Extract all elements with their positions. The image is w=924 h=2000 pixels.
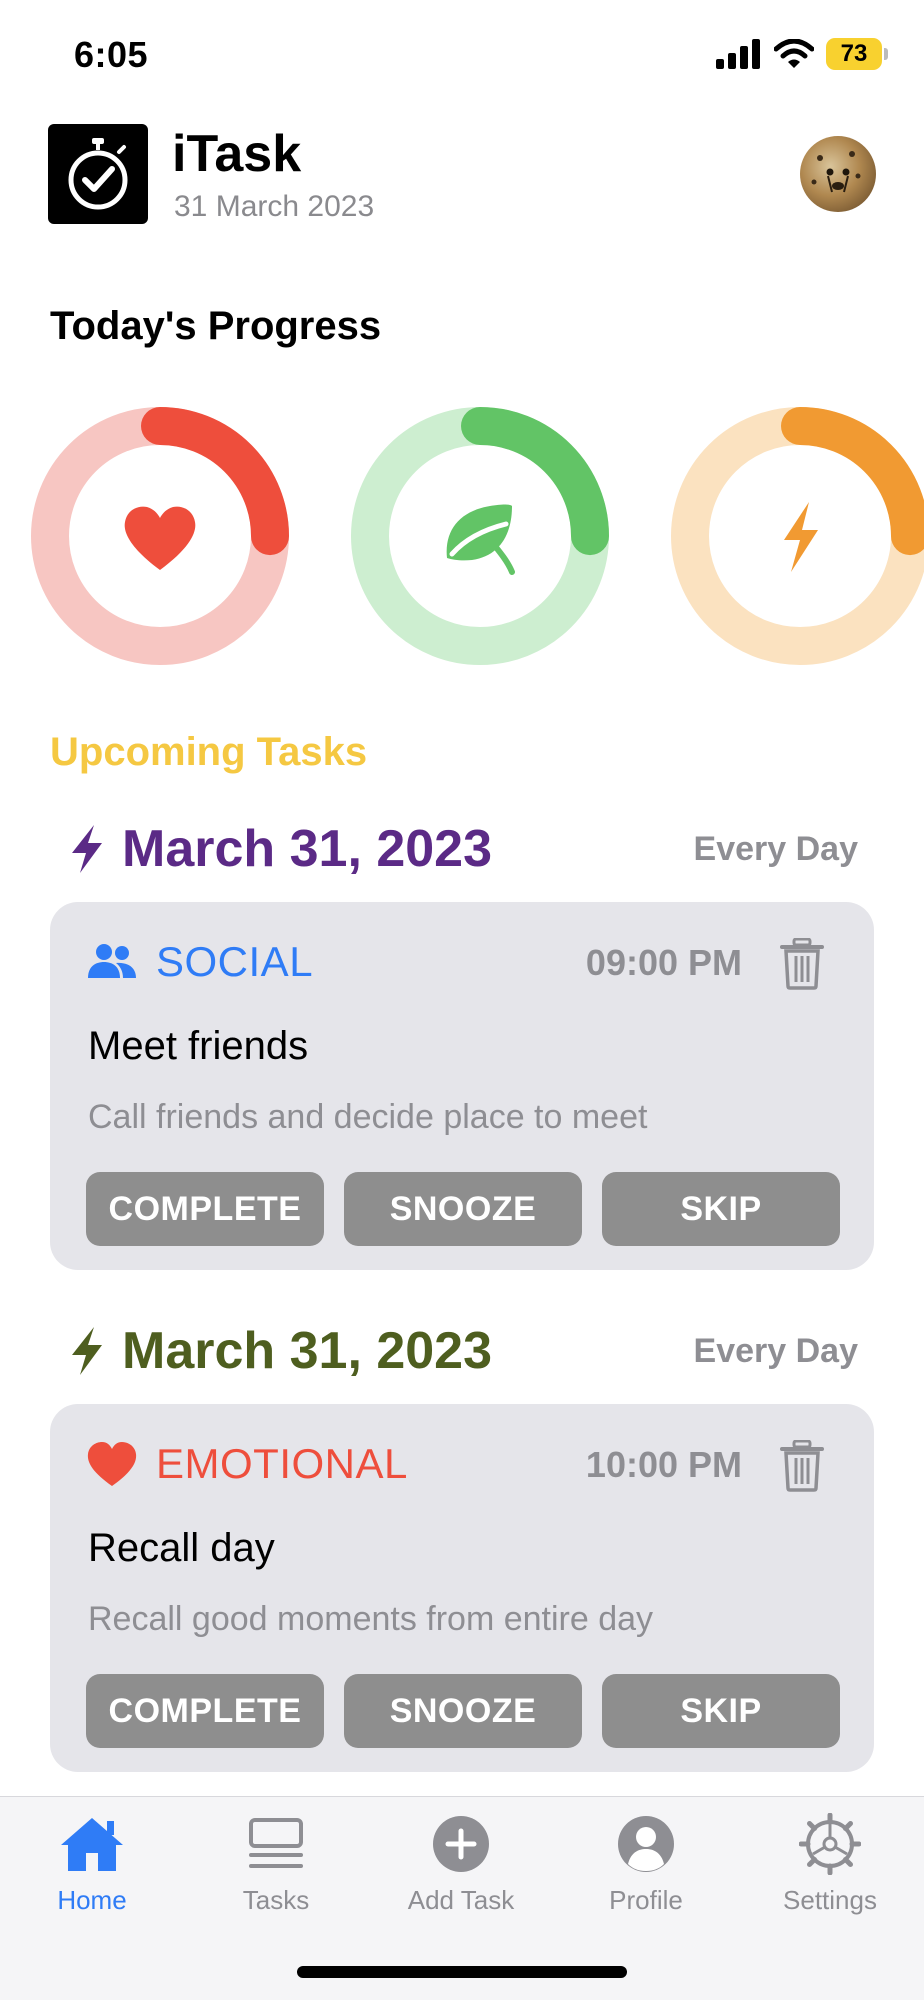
skip-button[interactable]: SKIP [602,1172,840,1246]
tab-profile[interactable]: Profile [571,1813,721,1916]
skip-button[interactable]: SKIP [602,1674,840,1748]
repeat-label: Every Day [693,829,858,868]
bolt-icon [72,1327,102,1375]
health-progress-ring [351,407,609,665]
tab-label: Tasks [242,1885,310,1915]
avatar-image [811,151,861,193]
task-description: Call friends and decide place to meet [88,1098,648,1136]
snooze-button[interactable]: SNOOZE [344,1674,582,1748]
wifi-icon [774,39,814,68]
bolt-icon [784,502,818,572]
add-icon [426,1813,496,1875]
tab-label: Settings [783,1885,877,1915]
app-title: iTask [172,125,302,183]
home-indicator [297,1966,627,1978]
status-bar: 6:05 73 [0,0,924,110]
task-description: Recall good moments from entire day [88,1600,654,1638]
header-date: 31 March 2023 [174,190,375,223]
tab-label: Profile [609,1885,683,1915]
task-group-date: March 31, 2023 [122,820,493,878]
progress-rings [0,400,924,670]
upcoming-section-title: Upcoming Tasks [50,730,368,774]
tasks-icon [241,1813,311,1875]
emotional-progress-ring [31,407,289,665]
task-group-date-row: March 31, 2023 Every Day [68,1316,858,1386]
battery-level: 73 [826,38,882,70]
task-actions: COMPLETE SNOOZE SKIP [86,1674,840,1748]
snooze-button[interactable]: SNOOZE [344,1172,582,1246]
people-icon [86,936,138,988]
profile-icon [611,1813,681,1875]
leaf-icon [446,504,515,575]
task-category: EMOTIONAL [156,1440,408,1487]
task-title: Meet friends [88,1024,309,1068]
tab-label: Home [57,1885,127,1915]
stopwatch-check-icon [68,138,128,210]
tab-add-task[interactable]: Add Task [386,1813,536,1916]
task-time: 09:00 PM [585,942,742,983]
app-logo [48,124,148,224]
status-indicators: 73 [716,38,888,70]
cellular-signal-icon [716,39,760,69]
heart-icon [124,506,196,570]
heart-icon [86,1438,138,1490]
trash-icon[interactable] [780,938,824,990]
tab-label: Add Task [407,1885,515,1915]
trash-icon[interactable] [780,1440,824,1492]
bolt-icon [72,825,102,873]
task-category: SOCIAL [156,938,314,985]
task-title: Recall day [88,1526,275,1570]
task-actions: COMPLETE SNOOZE SKIP [86,1172,840,1246]
progress-section-title: Today's Progress [50,304,382,348]
battery-icon: 73 [826,38,888,70]
tab-tasks[interactable]: Tasks [201,1813,351,1916]
task-group-date: March 31, 2023 [122,1322,493,1380]
repeat-label: Every Day [693,1331,858,1370]
avatar[interactable] [800,136,876,212]
settings-icon [795,1813,865,1875]
task-card: EMOTIONAL 10:00 PM Recall day Recall goo… [50,1404,874,1772]
tab-settings[interactable]: Settings [755,1813,905,1916]
complete-button[interactable]: COMPLETE [86,1674,324,1748]
status-time: 6:05 [74,34,149,75]
task-time: 10:00 PM [585,1444,742,1485]
task-card: SOCIAL 09:00 PM Meet friends Call friend… [50,902,874,1270]
home-icon [57,1813,127,1875]
tab-home[interactable]: Home [17,1813,167,1916]
task-group-date-row: March 31, 2023 Every Day [68,814,858,884]
complete-button[interactable]: COMPLETE [86,1172,324,1246]
energy-progress-ring [671,407,924,665]
